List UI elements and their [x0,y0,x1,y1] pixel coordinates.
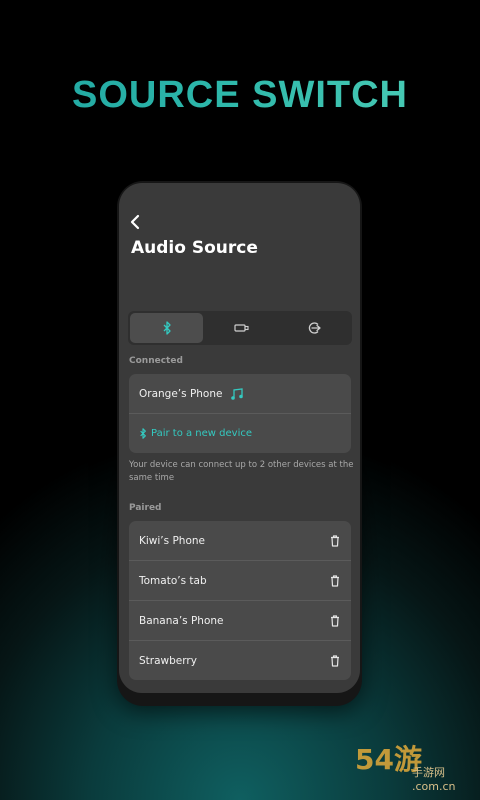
delete-button[interactable] [329,614,341,627]
phone-frame: Audio Source Connected Orange’s Phone Pa… [117,181,362,706]
tab-usb[interactable] [205,311,278,345]
trash-icon [331,574,339,587]
source-tabs [128,311,352,345]
trash-icon [331,534,339,547]
connection-note: Your device can connect up to 2 other de… [129,460,354,483]
delete-button[interactable] [329,534,341,547]
list-item[interactable]: Strawberry [129,641,351,680]
hero-title: SOURCE SWITCH [0,74,480,117]
paired-device-name: Strawberry [139,654,197,667]
paired-device-name: Kiwi’s Phone [139,534,205,547]
delete-button[interactable] [329,654,341,667]
list-item[interactable]: Tomato’s tab [129,561,351,601]
trash-icon [331,654,339,667]
watermark-sub: 手游网 .com.cn [412,766,456,793]
back-button[interactable] [129,213,145,233]
list-item[interactable]: Banana’s Phone [129,601,351,641]
paired-device-name: Banana’s Phone [139,614,224,627]
usb-icon [234,324,249,332]
paired-list: Kiwi’s Phone Tomato’s tab Banana’s Phone [129,521,351,680]
paired-label: Paired [129,503,162,513]
input-icon [309,322,321,334]
page-title: Audio Source [131,238,258,258]
list-item[interactable]: Kiwi’s Phone [129,521,351,561]
paired-device-name: Tomato’s tab [139,574,207,587]
app-screen: Audio Source Connected Orange’s Phone Pa… [119,183,360,693]
connected-label: Connected [129,356,183,366]
music-note-icon [231,387,244,400]
trash-icon [331,614,339,627]
connected-device-row[interactable]: Orange’s Phone [129,374,351,414]
bluetooth-icon [163,321,171,335]
pair-new-device-button[interactable]: Pair to a new device [129,414,351,453]
chevron-left-icon [130,214,140,230]
connected-device-name: Orange’s Phone [139,387,223,400]
connected-card: Orange’s Phone Pair to a new device [129,374,351,453]
tab-bluetooth[interactable] [130,313,204,343]
bluetooth-icon [140,428,146,439]
pair-label: Pair to a new device [151,428,252,439]
tab-input[interactable] [279,311,352,345]
delete-button[interactable] [329,574,341,587]
